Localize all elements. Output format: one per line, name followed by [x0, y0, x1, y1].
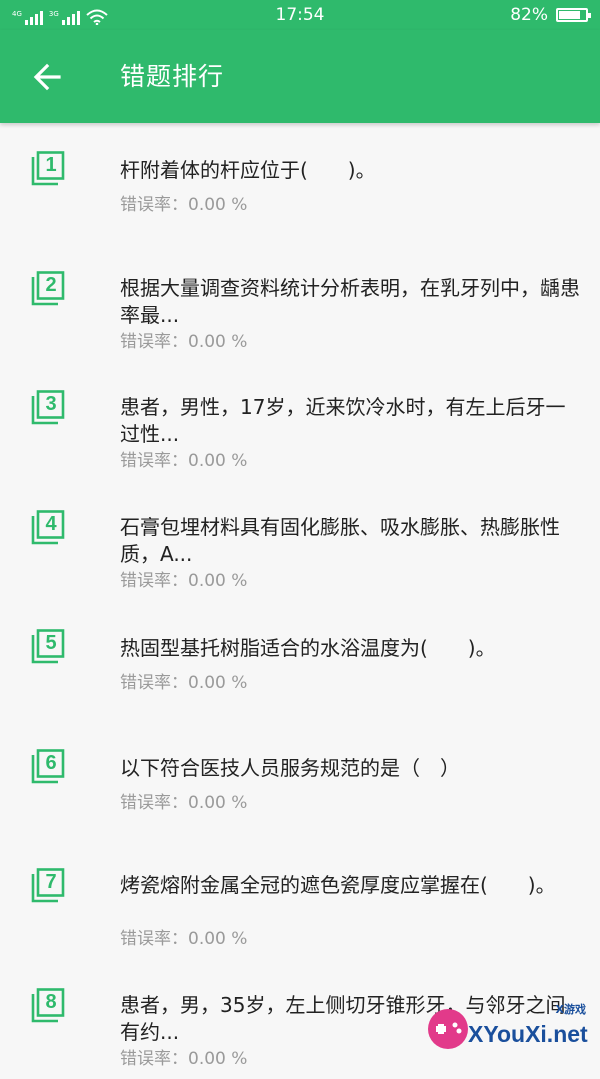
gamepad-logo-icon [426, 1007, 470, 1051]
watermark-label: X游戏 [556, 1001, 586, 1017]
list-item[interactable]: 5 热固型基托树脂适合的水浴温度为( )。 错误率：0.00 % [0, 601, 600, 721]
rank-number: 3 [41, 392, 61, 416]
error-rate: 错误率：0.00 % [120, 450, 247, 472]
page-title: 错题排行 [120, 58, 224, 96]
rank-number: 4 [41, 512, 61, 536]
rank-badge-icon: 6 [26, 749, 66, 785]
rank-number: 6 [41, 751, 61, 775]
watermark-site: XYouXi.net [468, 1021, 588, 1048]
question-text: 杆附着体的杆应位于( )。 [120, 157, 580, 184]
list-item[interactable]: 1 杆附着体的杆应位于( )。 错误率：0.00 % [0, 123, 600, 243]
rank-badge-icon: 4 [26, 510, 66, 546]
rank-badge-icon: 3 [26, 390, 66, 426]
error-rate: 错误率：0.00 % [120, 928, 247, 950]
error-rate: 错误率：0.00 % [120, 194, 247, 216]
error-rate: 错误率：0.00 % [120, 792, 247, 814]
app-bar: 错题排行 [0, 30, 600, 123]
wrong-question-ranking-list: 1 杆附着体的杆应位于( )。 错误率：0.00 % 2 根据大量调查资料统计分… [0, 123, 600, 1079]
list-item[interactable]: 2 根据大量调查资料统计分析表明，在乳牙列中，龋患率最... 错误率：0.00 … [0, 243, 600, 363]
status-bar: 4G 3G 17:54 82% [0, 0, 600, 30]
rank-number: 2 [41, 273, 61, 297]
list-item[interactable]: 3 患者，男性，17岁，近来饮冷水时，有左上后牙一过性... 错误率：0.00 … [0, 362, 600, 482]
rank-badge-icon: 1 [26, 151, 66, 187]
site-watermark: X游戏 XYouXi.net [426, 999, 594, 1057]
question-text: 石膏包埋材料具有固化膨胀、吸水膨胀、热膨胀性质，A... [120, 514, 580, 568]
rank-badge-icon: 2 [26, 271, 66, 307]
rank-badge-icon: 8 [26, 988, 66, 1024]
rank-badge-icon: 7 [26, 868, 66, 904]
question-text: 以下符合医技人员服务规范的是（ ） [120, 755, 580, 782]
arrow-left-icon [28, 58, 66, 96]
battery-level-fill [559, 11, 580, 19]
list-item[interactable]: 6 以下符合医技人员服务规范的是（ ） 错误率：0.00 % [0, 721, 600, 841]
question-text: 根据大量调查资料统计分析表明，在乳牙列中，龋患率最... [120, 275, 580, 329]
error-rate: 错误率：0.00 % [120, 1048, 247, 1070]
rank-number: 7 [41, 870, 61, 894]
list-item[interactable]: 7 烤瓷熔附金属全冠的遮色瓷厚度应掌握在( )。 错误率：0.00 % [0, 840, 600, 960]
list-item[interactable]: 4 石膏包埋材料具有固化膨胀、吸水膨胀、热膨胀性质，A... 错误率：0.00 … [0, 482, 600, 602]
error-rate: 错误率：0.00 % [120, 672, 247, 694]
battery-percent: 82% [510, 5, 548, 25]
question-text: 热固型基托树脂适合的水浴温度为( )。 [120, 635, 580, 662]
error-rate: 错误率：0.00 % [120, 570, 247, 592]
battery-icon [556, 8, 588, 22]
rank-number: 5 [41, 631, 61, 655]
question-text: 烤瓷熔附金属全冠的遮色瓷厚度应掌握在( )。 [120, 872, 580, 899]
question-text: 患者，男性，17岁，近来饮冷水时，有左上后牙一过性... [120, 394, 580, 448]
rank-number: 8 [41, 990, 61, 1014]
rank-badge-icon: 5 [26, 629, 66, 665]
error-rate: 错误率：0.00 % [120, 331, 247, 353]
back-button[interactable] [28, 58, 66, 96]
rank-number: 1 [41, 153, 61, 177]
